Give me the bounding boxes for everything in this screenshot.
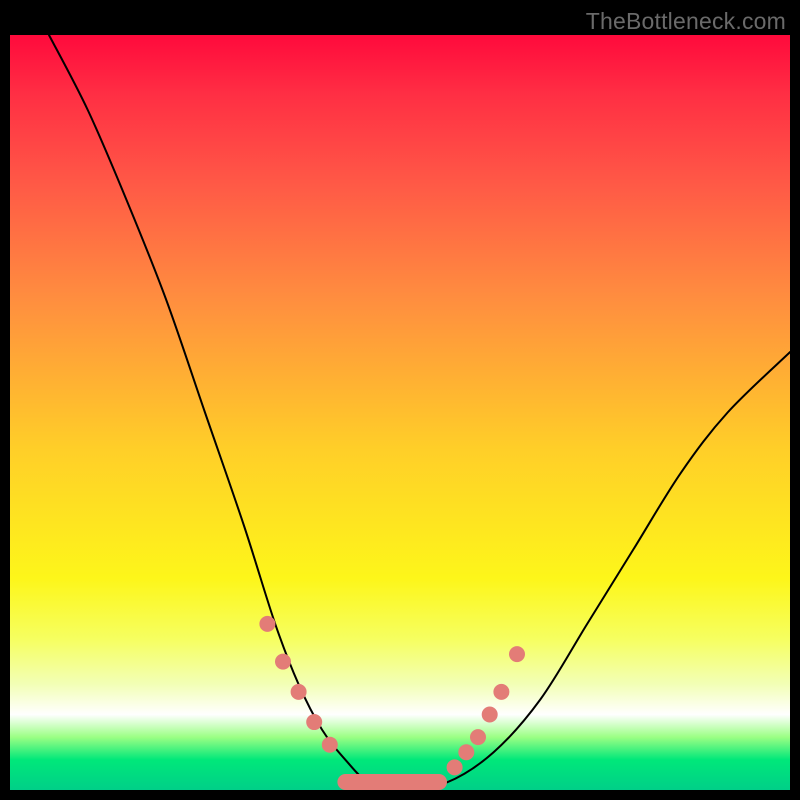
- plot-area: [10, 35, 790, 790]
- curve-marker: [322, 737, 338, 753]
- curve-marker: [306, 714, 322, 730]
- curve-marker: [447, 759, 463, 775]
- bottleneck-curve: [49, 35, 790, 790]
- chart-frame: [10, 35, 790, 790]
- curve-marker: [259, 616, 275, 632]
- curve-markers: [259, 616, 525, 775]
- curve-marker: [493, 684, 509, 700]
- curve-marker: [509, 646, 525, 662]
- watermark-text: TheBottleneck.com: [586, 8, 786, 35]
- curve-marker: [275, 654, 291, 670]
- curve-marker: [470, 729, 486, 745]
- curve-layer: [10, 35, 790, 790]
- curve-marker: [458, 744, 474, 760]
- curve-marker: [291, 684, 307, 700]
- curve-marker: [482, 707, 498, 723]
